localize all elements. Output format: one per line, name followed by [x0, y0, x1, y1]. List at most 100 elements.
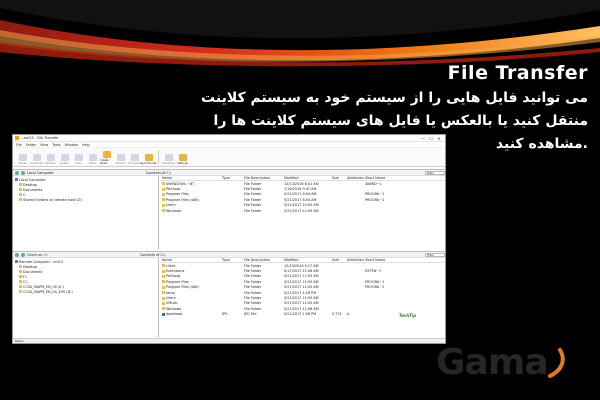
local-folder-tree: Local Computer Desktop Documents C: Shared F…	[13, 176, 159, 249]
tree-item[interactable]: CCSA_MAPM_EN_US_EVS (D:)	[15, 289, 156, 294]
minimize-button[interactable]: —	[419, 136, 427, 141]
folder-icon	[19, 188, 22, 191]
toolbar-button-compress[interactable]: Compress	[128, 148, 141, 165]
column-header[interactable]: Size	[331, 258, 346, 262]
table-cell: PROGRA~1	[365, 279, 385, 284]
forward-icon[interactable]	[21, 170, 25, 175]
image-file-icon	[162, 312, 165, 316]
table-cell: 12/13/2016 8:41 AM	[284, 181, 319, 186]
table-cell: 5/21/2017 11:05 AM	[284, 274, 319, 279]
column-header[interactable]: Short Name	[364, 176, 394, 180]
tree-item-label: Local Computer	[19, 177, 46, 182]
column-header[interactable]: Size	[331, 176, 346, 180]
table-row[interactable]: Windows File Folder 5/21/2017 11:05 AM	[161, 208, 445, 213]
toolbar-button-label: Rename	[45, 162, 56, 165]
local-file-list: Name Type File Description Modified Size Attr…	[161, 176, 445, 249]
toolbar-icon	[102, 151, 111, 158]
toolbar-button-settings[interactable]: Settings	[176, 148, 189, 165]
local-filter-input[interactable]: Filter	[425, 170, 445, 175]
toolbar-button-upload[interactable]: Upload	[16, 148, 29, 165]
column-header[interactable]: Attributes	[346, 176, 364, 180]
table-cell: 12/13/2016 9:27 AM	[284, 263, 319, 268]
folder-icon	[19, 193, 22, 196]
column-header[interactable]: Modified	[283, 176, 331, 180]
folder-icon	[162, 301, 165, 305]
table-cell: $WIND~1	[365, 181, 382, 186]
folder-icon	[162, 285, 165, 289]
file-name: Users	[166, 203, 176, 208]
column-header[interactable]: Name	[161, 176, 221, 180]
toolbar-button-label: Create folder	[100, 159, 109, 165]
toolbar-button-download[interactable]: Download	[30, 148, 43, 165]
forward-icon[interactable]	[21, 252, 25, 257]
table-cell: 5/21/2017 11:05 AM	[284, 208, 319, 213]
folder-icon	[19, 285, 22, 288]
column-header[interactable]: Type	[221, 258, 243, 262]
column-header[interactable]: Attributes	[346, 258, 364, 262]
folder-icon	[162, 280, 165, 284]
file-name: temp	[166, 290, 175, 295]
table-cell: File Folder	[244, 279, 262, 284]
gama-logo: Gama	[436, 342, 570, 383]
table-cell: PROGRA~2	[365, 197, 385, 202]
file-name: Program Files	[166, 279, 189, 284]
menu-file[interactable]: File	[16, 143, 22, 147]
back-icon[interactable]	[15, 252, 19, 257]
folder-icon	[162, 203, 165, 207]
table-cell: File Folder	[244, 187, 262, 192]
folder-icon	[162, 296, 165, 300]
table-cell: 5,772	[332, 312, 342, 317]
table-cell: PerfLogs	[161, 274, 221, 278]
toolbar-button-refresh[interactable]: Refresh	[114, 148, 127, 165]
tree-item-label: Desktop	[23, 264, 37, 269]
menu-folder[interactable]: Folder	[26, 143, 36, 147]
table-cell: JPG File	[244, 312, 257, 317]
tree-item-label: C:	[23, 192, 27, 197]
toolbar-icon	[164, 154, 173, 161]
computer-icon	[15, 178, 18, 181]
window-titlebar: - eni13 - File Transfer — ☐ ✕	[13, 135, 445, 142]
menu-view[interactable]: View	[40, 143, 48, 147]
toolbar-button-label: Upload	[17, 162, 28, 165]
table-cell: File Folder	[244, 269, 262, 274]
file-name: VMLab	[166, 301, 178, 306]
menu-window[interactable]: Window	[65, 143, 78, 147]
table-cell: EXTEN~1	[365, 269, 382, 274]
toolbar-icon	[74, 154, 83, 161]
tree-item[interactable]: Shared Folders on remote host (Z:)	[15, 197, 156, 202]
toolbar-button-properties[interactable]: Properties	[162, 148, 175, 165]
tree-item-label: Documents	[23, 269, 43, 274]
table-cell: File Folder	[244, 192, 262, 197]
computer-icon	[15, 260, 18, 263]
tree-item-label: CCSA_MAPM_EN_US (E:)	[23, 284, 64, 289]
toolbar-button-copy[interactable]: Copy	[72, 148, 85, 165]
column-header[interactable]: Type	[221, 176, 243, 180]
table-cell: $WINDOWS.~BT	[161, 182, 221, 186]
toolbar-button-delete[interactable]: Delete	[58, 148, 71, 165]
toolbar-button-create-folder[interactable]: Create folder	[100, 148, 113, 165]
table-cell: Program Files	[161, 192, 221, 196]
toolbar-icon	[18, 154, 27, 161]
column-header[interactable]: File Description	[243, 258, 283, 262]
remote-filter-input[interactable]: Filter	[425, 252, 445, 257]
watermark-text: TechTip	[399, 313, 417, 318]
close-button[interactable]: ✕	[435, 136, 443, 141]
menu-tools[interactable]: Tools	[52, 143, 60, 147]
tree-item-label: Desktop	[23, 182, 37, 187]
maximize-button[interactable]: ☐	[427, 136, 435, 141]
app-icon	[15, 136, 19, 140]
column-header[interactable]: File Description	[243, 176, 283, 180]
toolbar-button-rename[interactable]: Rename	[44, 148, 57, 165]
back-icon[interactable]	[15, 170, 19, 175]
table-cell: 5/21/2017 11:05 AM	[284, 301, 319, 306]
toolbar-button-paste[interactable]: Paste	[86, 148, 99, 165]
column-header[interactable]: Name	[161, 258, 221, 262]
folder-icon	[19, 265, 22, 268]
table-cell: Windows	[161, 307, 221, 311]
toolbar-button-synchronize[interactable]: Synchronize	[141, 148, 156, 165]
column-header[interactable]: Short Name	[364, 258, 394, 262]
menu-help[interactable]: Help	[82, 143, 90, 147]
folder-icon	[162, 187, 165, 191]
table-cell: A	[347, 312, 350, 317]
column-header[interactable]: Modified	[283, 258, 331, 262]
